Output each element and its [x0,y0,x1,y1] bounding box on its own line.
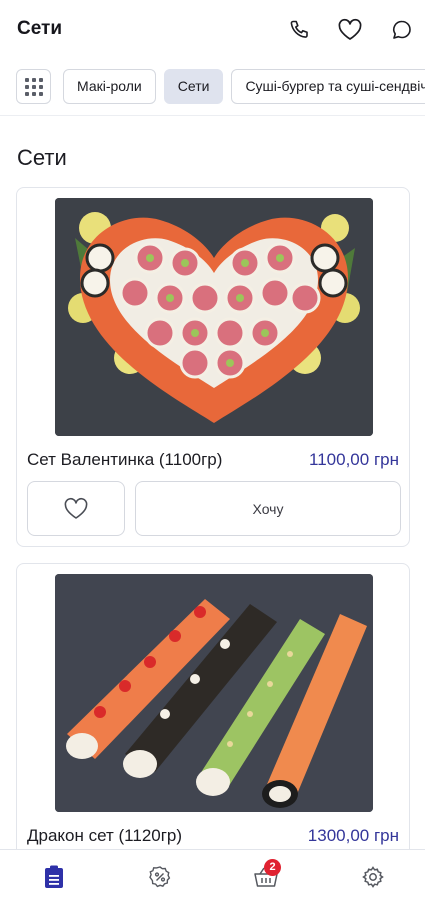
discount-icon [149,866,171,888]
all-categories-button[interactable] [16,69,51,104]
phone-icon[interactable] [286,16,314,44]
product-card[interactable]: Дракон сет (1120гр) 1300,00 грн [16,563,410,863]
heart-icon [64,497,88,519]
bottom-navigation: 2 [0,849,425,900]
heart-icon[interactable] [336,16,364,44]
chat-icon[interactable] [388,16,416,44]
product-price: 1300,00 грн [307,826,399,845]
add-to-favorites-button[interactable] [27,481,125,536]
nav-discounts[interactable] [146,863,174,891]
category-chips: Макі-роли Сети Суші-бургер та суші-сендв… [63,69,425,104]
settings-icon [362,866,384,888]
divider [0,115,425,116]
nav-settings[interactable] [359,863,387,891]
product-image[interactable] [55,198,373,436]
page-title: Сети [17,18,63,39]
nav-menu[interactable] [40,863,68,891]
category-chip-sushi-burger[interactable]: Суші-бургер та суші-сендвіч [231,69,425,104]
want-button[interactable]: Хочу [135,481,401,536]
section-title: Сети [17,145,67,170]
product-price: 1100,00 грн [309,450,399,469]
product-name: Сет Валентинка (1100гр) [27,450,223,469]
grid-icon [24,77,43,96]
product-name: Дракон сет (1120гр) [27,826,183,845]
category-chip-sets[interactable]: Сети [163,69,224,104]
menu-icon [45,865,63,888]
product-image[interactable] [55,574,373,812]
cart-count-badge: 2 [264,859,281,876]
top-bar: Сети [0,0,425,60]
category-chip-maki-rolls[interactable]: Макі-роли [63,69,156,104]
category-bar: Макі-роли Сети Суші-бургер та суші-сендв… [0,62,425,112]
product-card[interactable]: Сет Валентинка (1100гр) 1100,00 грн Хочу [16,187,410,547]
